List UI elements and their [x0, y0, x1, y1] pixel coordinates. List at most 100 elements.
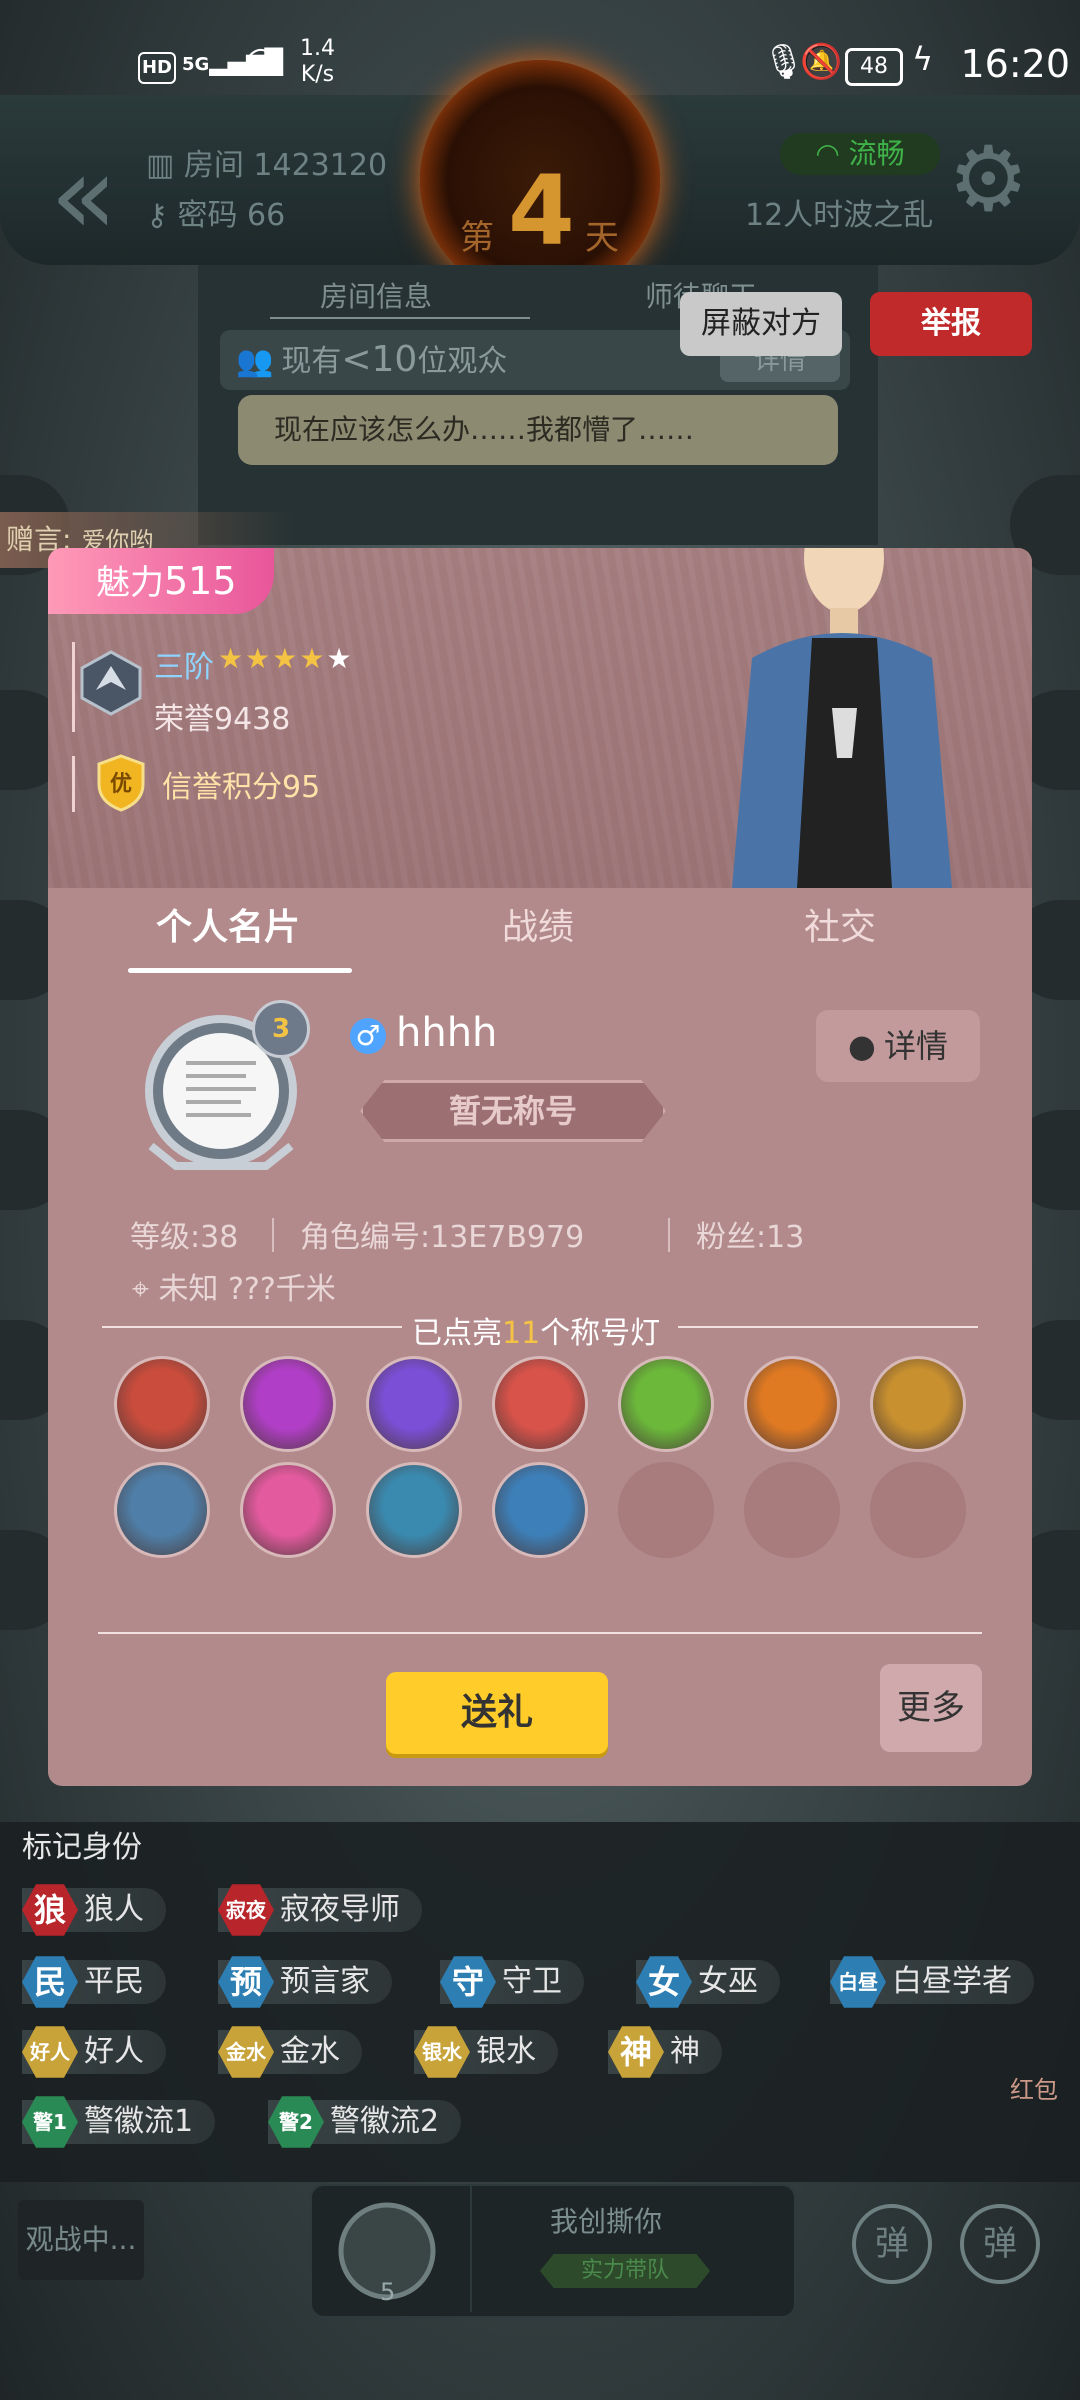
honor-points: 荣誉9438	[154, 702, 291, 737]
rank-stars: ★★★★★	[218, 642, 354, 675]
player-location: ⌖ 未知 ???千米	[132, 1272, 336, 1307]
player-level-badge: 5	[380, 2278, 396, 2306]
blue-ghost-icon[interactable]	[366, 1462, 462, 1558]
role-id: 角色编号:13E7B979	[300, 1220, 585, 1255]
role-chip[interactable]: 警1 警徽流1	[22, 2096, 216, 2148]
role-hex-icon: 民	[22, 1956, 78, 2008]
divider	[98, 1632, 982, 1634]
star-icon: ★	[245, 642, 273, 675]
people-icon: 👥	[236, 344, 274, 379]
role-chip[interactable]: 神神	[608, 2026, 722, 2078]
bottom-player-name: 我创撕你	[550, 2205, 663, 2238]
role-label: 寂夜导师	[280, 1892, 400, 1927]
wifi-icon: ◠	[245, 40, 277, 81]
battery-indicator: 48	[845, 48, 903, 86]
rank-emblem-icon	[80, 650, 142, 716]
profile-detail-button[interactable]: ● 详情	[816, 1010, 980, 1082]
clock: 16:20	[960, 42, 1070, 86]
send-gift-button[interactable]: 送礼	[386, 1672, 608, 1754]
star-icon: ★	[218, 642, 246, 675]
role-hex-icon: 金水	[218, 2026, 274, 2078]
empty-lamp-slot[interactable]	[744, 1462, 840, 1558]
role-hex-icon: 警1	[22, 2096, 78, 2148]
role-chip[interactable]: 好人 好人	[22, 2026, 166, 2078]
building-icon: ▥	[146, 148, 184, 183]
pink-girl-icon[interactable]	[240, 1462, 336, 1558]
purple-mask-icon[interactable]	[366, 1356, 462, 1452]
role-label: 白昼学者	[892, 1964, 1012, 1999]
block-button[interactable]: 屏蔽对方	[680, 292, 842, 356]
shield-sword-icon[interactable]	[870, 1356, 966, 1452]
empty-lamp-slot[interactable]	[870, 1462, 966, 1558]
role-chip[interactable]: 银水 银水	[414, 2026, 558, 2078]
tab-record[interactable]: 战绩	[502, 898, 574, 950]
credit-score: 信誉积分95	[162, 770, 321, 805]
role-chip[interactable]: 狼狼人	[22, 1884, 166, 1936]
divider	[72, 642, 75, 732]
role-chip[interactable]: 寂夜 寂夜导师	[218, 1884, 422, 1936]
role-label: 平民	[84, 1964, 144, 1999]
divider	[272, 1218, 274, 1252]
divider	[678, 1326, 978, 1328]
red-potions-icon[interactable]	[492, 1356, 588, 1452]
settings-gear-icon[interactable]: ⚙	[948, 135, 1029, 225]
role-chip[interactable]: 警2 警徽流2	[268, 2096, 462, 2148]
green-scroll-icon[interactable]	[618, 1356, 714, 1452]
room-number: ▥ 房间 1423120	[146, 148, 388, 183]
person-icon: ●	[848, 1027, 876, 1065]
danmu-toggle-button[interactable]: 弹	[960, 2204, 1040, 2284]
fans-count: 粉丝:13	[696, 1220, 805, 1255]
role-chip[interactable]: 民平民	[22, 1956, 166, 2008]
tab-social[interactable]: 社交	[804, 898, 876, 950]
mark-identity-title: 标记身份	[22, 1830, 142, 1865]
back-button[interactable]: «	[50, 140, 117, 250]
role-hex-icon: 银水	[414, 2026, 470, 2078]
title-lights-header: 已点亮11个称号灯	[412, 1316, 661, 1351]
divider	[470, 2186, 472, 2312]
role-chip[interactable]: 预预言家	[218, 1956, 392, 2008]
profile-card: 魅力515 三阶 ★★★★★ 荣誉9438 优 信誉积分95 个人名片 战绩 社…	[48, 548, 1032, 1786]
role-label: 女巫	[698, 1964, 758, 1999]
red-packet-label[interactable]: 红包	[1010, 2070, 1058, 2105]
bottom-player-tag: 实力带队	[540, 2254, 710, 2288]
more-button[interactable]: 更多	[880, 1664, 982, 1752]
role-hex-icon: 寂夜	[218, 1884, 274, 1936]
key-icon: ⚷	[146, 198, 178, 233]
tab-personal-card[interactable]: 个人名片	[156, 898, 300, 950]
divider	[72, 756, 75, 812]
ice-wolf-icon[interactable]	[492, 1462, 588, 1558]
player-title: 暂无称号	[360, 1080, 666, 1142]
report-button[interactable]: 举报	[870, 292, 1032, 356]
role-chip[interactable]: 金水 金水	[218, 2026, 362, 2078]
mute-icon: 🔕	[800, 42, 843, 82]
role-chip[interactable]: 女女巫	[636, 1956, 780, 2008]
player-level: 等级:38	[130, 1220, 239, 1255]
role-hex-icon: 守	[440, 1956, 496, 2008]
credit-badge-icon: 优	[96, 754, 146, 812]
spectating-indicator: 观战中...	[18, 2200, 144, 2280]
tombstone-icon[interactable]	[114, 1462, 210, 1558]
werewolf-icon[interactable]	[114, 1356, 210, 1452]
connection-status: ◠ 流畅	[780, 133, 940, 175]
role-hex-icon: 警2	[268, 2096, 324, 2148]
role-label: 神	[670, 2034, 700, 2069]
role-chip[interactable]: 白昼 白昼学者	[830, 1956, 1034, 2008]
rank-name: 三阶	[154, 650, 214, 685]
role-label: 银水	[476, 2034, 536, 2069]
day-badge: 第 4 天	[420, 60, 660, 300]
role-chip[interactable]: 守守卫	[440, 1956, 584, 2008]
role-hex-icon: 白昼	[830, 1956, 886, 2008]
role-label: 警徽流2	[330, 2104, 440, 2139]
danmu-button[interactable]: 弹	[852, 2204, 932, 2284]
tab-room-info[interactable]: 房间信息	[269, 275, 531, 319]
potion-icon[interactable]	[240, 1356, 336, 1452]
character-figure	[732, 548, 952, 888]
fire-hand-icon[interactable]	[744, 1356, 840, 1452]
role-hex-icon: 狼	[22, 1884, 78, 1936]
role-hex-icon: 神	[608, 2026, 664, 2078]
mic-icon: 🎙	[762, 42, 806, 82]
charging-icon: ϟ	[912, 40, 934, 78]
empty-lamp-slot[interactable]	[618, 1462, 714, 1558]
charm-badge: 魅力515	[48, 548, 274, 614]
role-label: 金水	[280, 2034, 340, 2069]
